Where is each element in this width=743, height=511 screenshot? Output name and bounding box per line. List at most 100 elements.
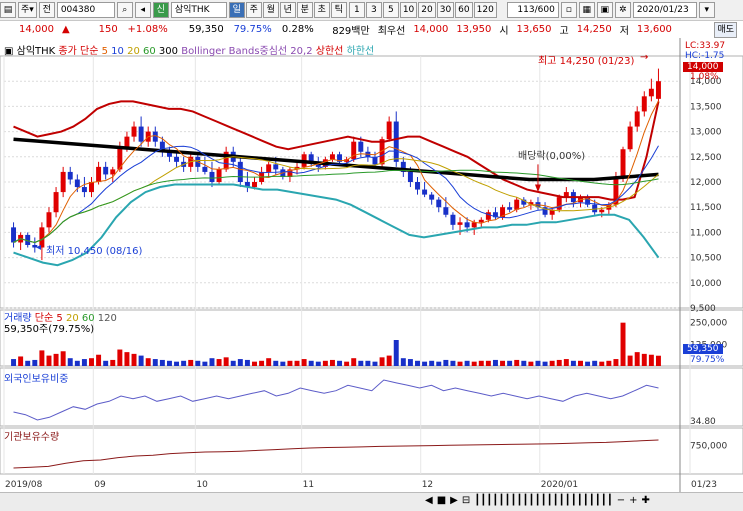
low-label: 저 [619, 26, 629, 37]
volume-bar [613, 359, 619, 366]
vol-ma-120: 120 [97, 313, 117, 324]
volume-bar [521, 360, 527, 366]
stop-icon[interactable]: ■ [437, 495, 446, 506]
candle-body [11, 227, 17, 243]
dividend-annotation: 배당락(0,00%) [518, 151, 586, 162]
volume-bar [209, 358, 215, 366]
volume-bar [25, 360, 31, 366]
best-bid: 13,950 [456, 24, 492, 35]
grid-icon[interactable]: ▦ [578, 2, 595, 18]
volume-pct-badge: 79.75% [690, 355, 725, 365]
tab-second[interactable]: 초 [313, 2, 330, 18]
price-tick-label: 11,000 [690, 228, 722, 238]
volume-tick-label: 250,000 [690, 319, 727, 329]
volume-bar [556, 359, 562, 366]
all-market-button[interactable]: 전 [38, 2, 55, 18]
save-icon[interactable]: ▣ [596, 2, 613, 18]
quote-bar: 14,000 ▲ 150 +1.08% 59,350 79.75% 0.28% … [0, 21, 743, 39]
menu-button[interactable]: ▤ [0, 2, 16, 18]
tab-day[interactable]: 일 [228, 2, 245, 18]
interval-3[interactable]: 3 [365, 2, 382, 18]
volume-bar [492, 359, 498, 366]
candle-body [202, 166, 208, 172]
volume-bar [507, 360, 513, 366]
tab-tick[interactable]: 틱 [330, 2, 347, 18]
add-icon[interactable]: ✚ [642, 495, 650, 506]
volume-bar [89, 358, 94, 366]
candle-body [358, 141, 364, 152]
sound-icon[interactable]: ◂ [134, 2, 151, 18]
interval-10[interactable]: 10 [399, 2, 418, 18]
interval-120[interactable]: 120 [473, 2, 497, 18]
search-icon[interactable]: ⌕ [116, 2, 133, 18]
scroll-right-icon[interactable]: ▶ [450, 495, 458, 506]
candle-body [627, 126, 633, 150]
zoom-bar[interactable]: ┃┃┃┃┃┃┃┃┃┃┃┃┃┃┃┃┃┃┃┃┃┃┃ [474, 495, 612, 506]
plus-icon[interactable]: + [629, 495, 637, 506]
date-field[interactable]: 2020/01/23 [632, 2, 697, 18]
zoom-out-icon[interactable]: ⊟ [462, 495, 470, 506]
lock-icon[interactable]: ▫ [560, 2, 577, 18]
volume-bar [202, 361, 208, 366]
interval-30[interactable]: 30 [436, 2, 455, 18]
tab-year[interactable]: 년 [279, 2, 296, 18]
volume-bar [542, 361, 548, 366]
expand-icon[interactable]: ▣ [4, 46, 13, 57]
tab-month[interactable]: 월 [262, 2, 279, 18]
date-tick-label: 10 [196, 480, 208, 490]
candle-body [443, 207, 449, 215]
ma-20: 20 [127, 46, 140, 57]
volume-bar [287, 360, 293, 366]
high-label: 고 [559, 26, 569, 37]
tab-week[interactable]: 주 [245, 2, 262, 18]
best-ask-label: 최우선 [377, 26, 406, 37]
scroll-bar[interactable]: ◀ ■ ▶ ⊟ ┃┃┃┃┃┃┃┃┃┃┃┃┃┃┃┃┃┃┃┃┃┃┃ − + ✚ [0, 492, 743, 511]
foreign-tick-label: 34.80 [690, 417, 716, 427]
candle-body [599, 209, 605, 213]
gear-icon[interactable]: ✲ [614, 2, 631, 18]
turnover-ratio: 0.28% [281, 24, 314, 35]
trade-amount: 829백만 [332, 26, 370, 37]
interval-1[interactable]: 1 [348, 2, 365, 18]
volume-bar [592, 360, 598, 366]
foreign-legend: 외국인보유비중 [4, 370, 68, 385]
volume-bar [53, 353, 59, 366]
candle-body [457, 222, 463, 225]
price-tick-label: 12,000 [690, 178, 722, 188]
candle-body [478, 219, 484, 223]
volume-bar [365, 360, 371, 366]
ma-60: 60 [143, 46, 156, 57]
volume-bar [634, 352, 640, 366]
stock-type-select[interactable]: 주▾ [18, 2, 37, 18]
candle-body [485, 212, 491, 220]
date-tick-label: 09 [94, 480, 106, 490]
candle-body [252, 182, 257, 188]
volume-bar [528, 361, 534, 366]
volume-bar [372, 361, 378, 366]
minus-icon[interactable]: − [617, 495, 625, 506]
volume-bar [166, 360, 172, 366]
interval-5[interactable]: 5 [382, 2, 399, 18]
scroll-left-icon[interactable]: ◀ [425, 495, 433, 506]
candle-body [407, 171, 413, 182]
candle-body [74, 179, 80, 188]
volume-bar [415, 360, 420, 366]
volume-bar [400, 358, 406, 366]
tab-minute[interactable]: 분 [296, 2, 313, 18]
candle-body [393, 121, 399, 162]
low-annotation: 최저 10,450 (08/16) [46, 246, 143, 257]
current-price: 14,000 [19, 24, 54, 35]
calendar-icon[interactable]: ▾ [698, 2, 715, 18]
interval-60[interactable]: 60 [455, 2, 473, 18]
candle-body [209, 171, 215, 182]
sell-button[interactable]: 매도 [714, 21, 737, 38]
volume-bar [103, 360, 109, 366]
volume-bar [74, 360, 80, 366]
open-price: 13,650 [516, 24, 552, 35]
stock-code-input[interactable]: 004380 [56, 2, 115, 18]
volume-bar [641, 353, 647, 366]
volume-bar [549, 360, 555, 366]
inst-tick-label: 750,000 [690, 442, 727, 452]
interval-20[interactable]: 20 [418, 2, 436, 18]
candle-body [648, 88, 654, 97]
